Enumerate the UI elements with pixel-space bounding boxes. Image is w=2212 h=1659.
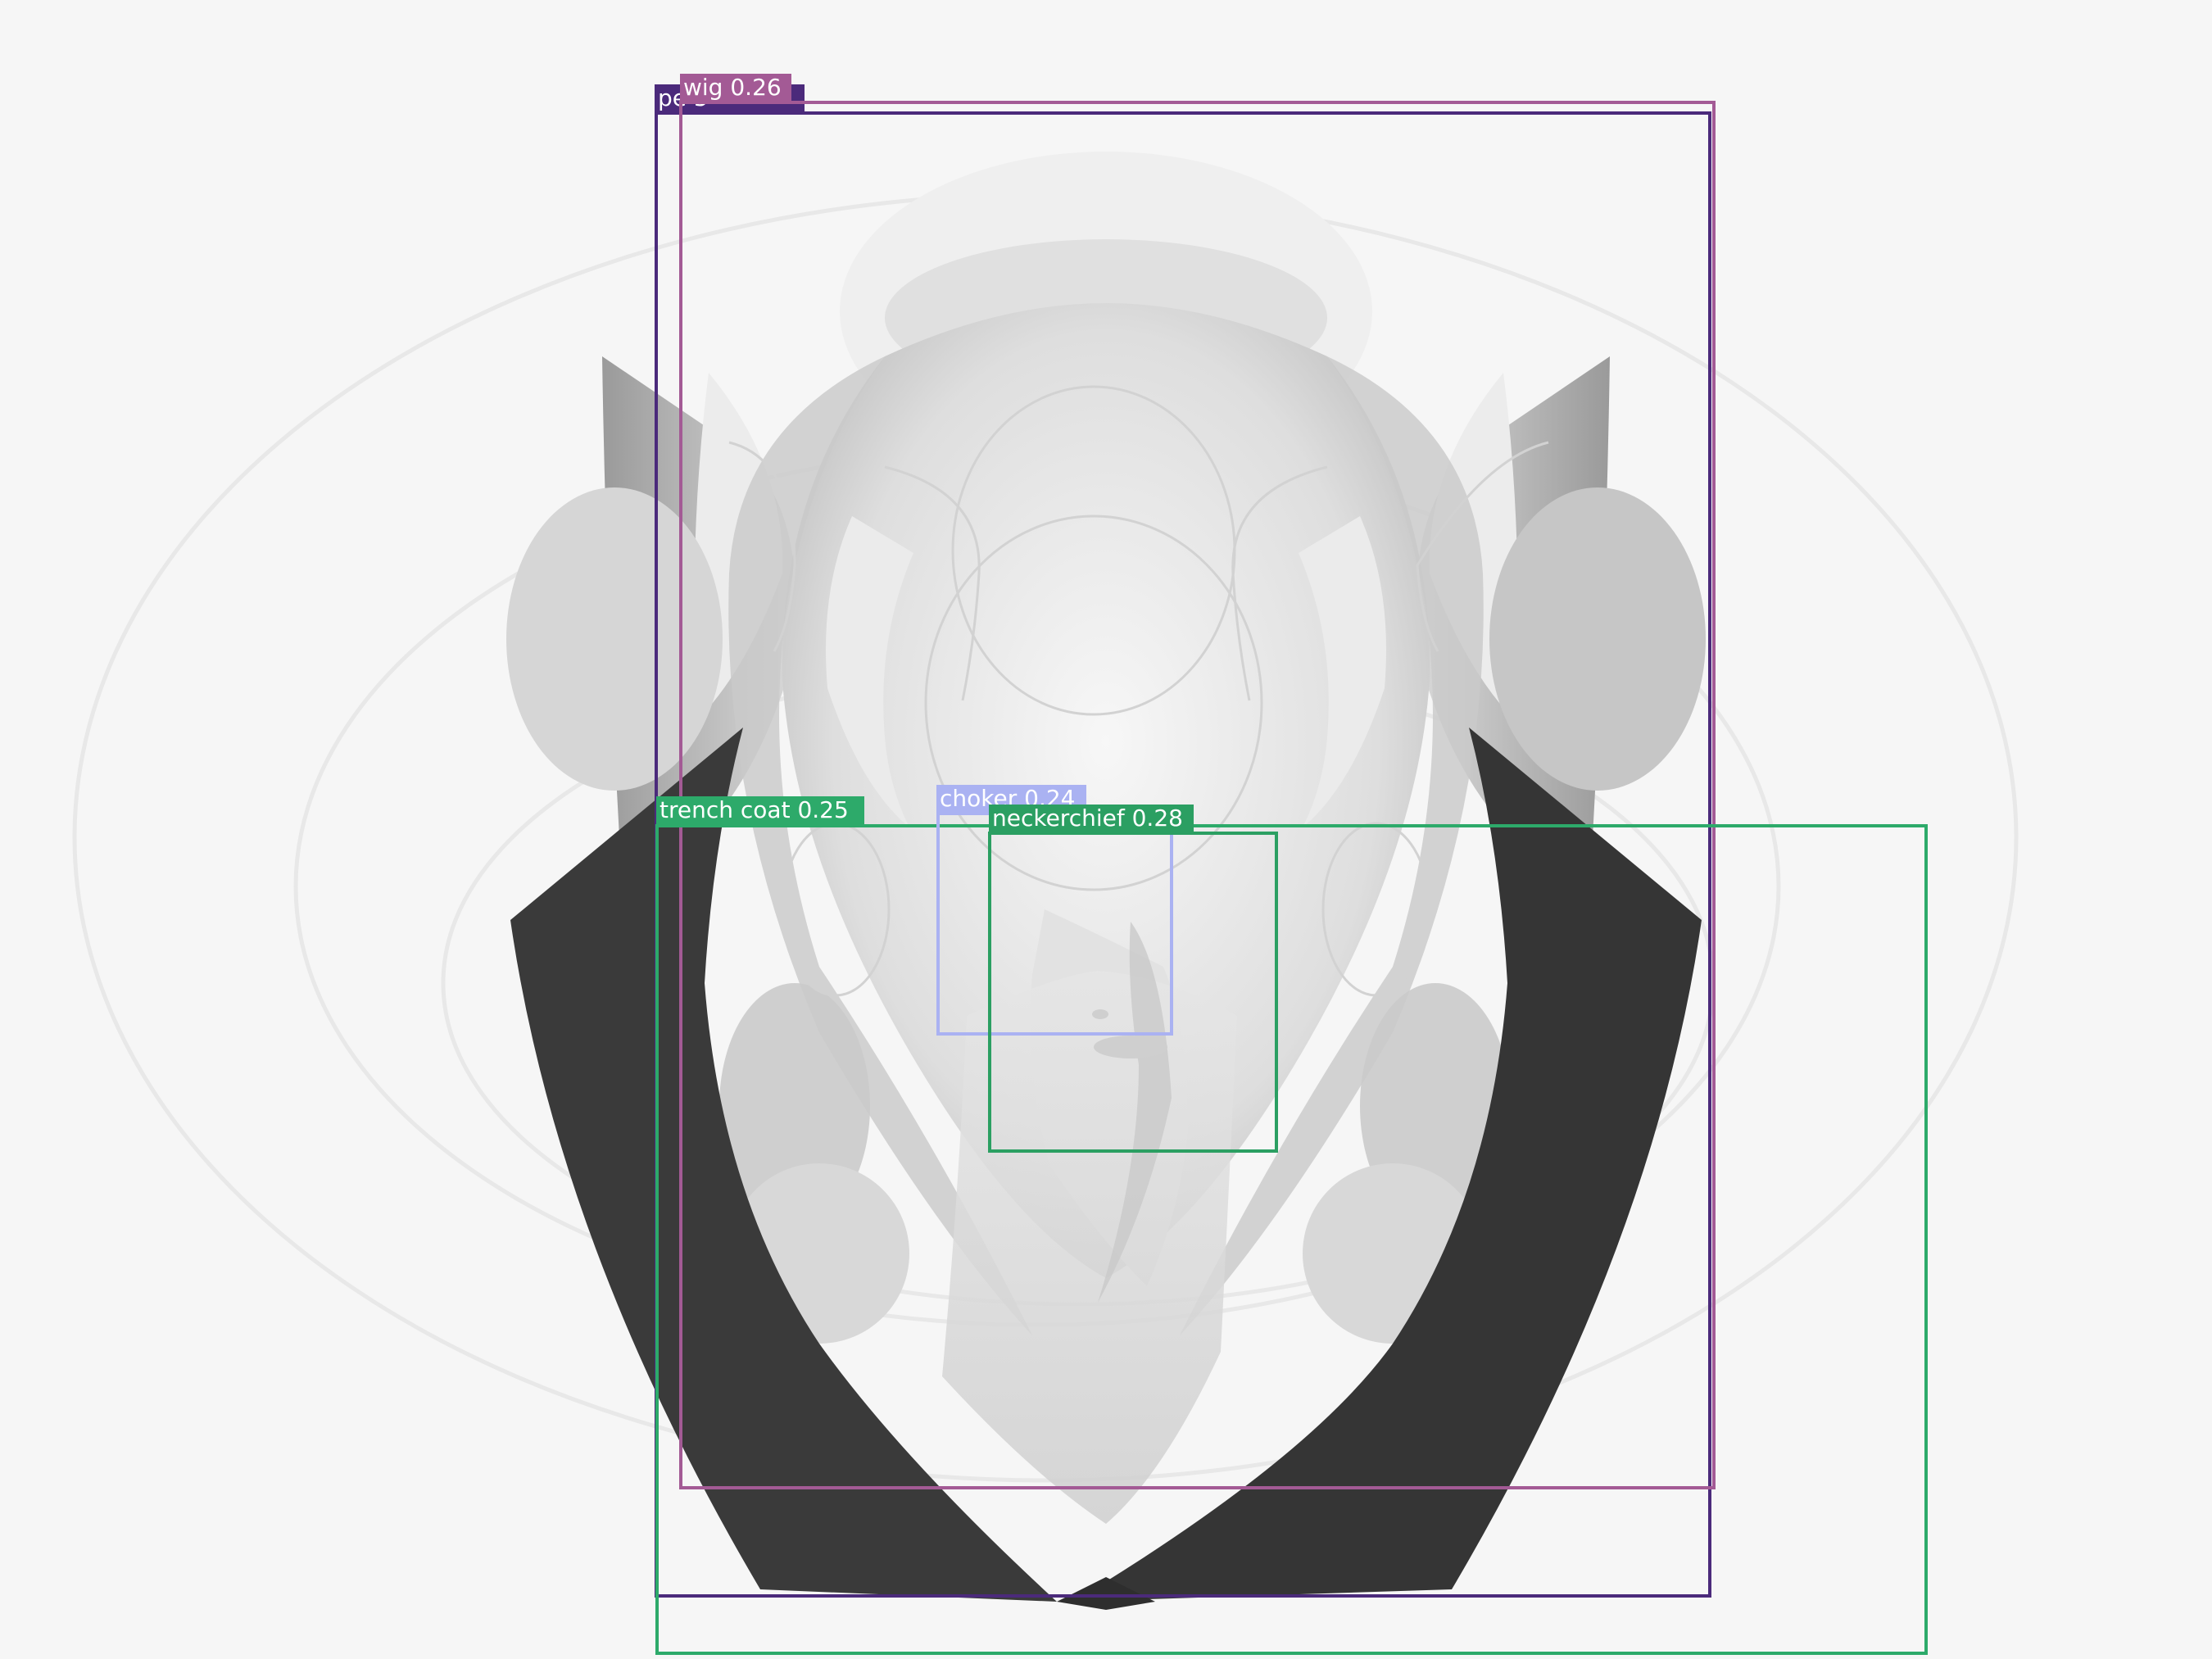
annotated-image: pe 5 wig 0.26 trench coat 0.25 choker 0.… xyxy=(0,0,2212,1659)
bbox-wig-tag: wig 0.26 xyxy=(680,74,791,102)
bbox-trench-coat xyxy=(655,824,1928,1655)
bbox-neckerchief-tag: neckerchief 0.28 xyxy=(989,805,1194,832)
bbox-trench-coat-tag: trench coat 0.25 xyxy=(656,796,864,824)
bbox-neckerchief xyxy=(988,832,1278,1153)
